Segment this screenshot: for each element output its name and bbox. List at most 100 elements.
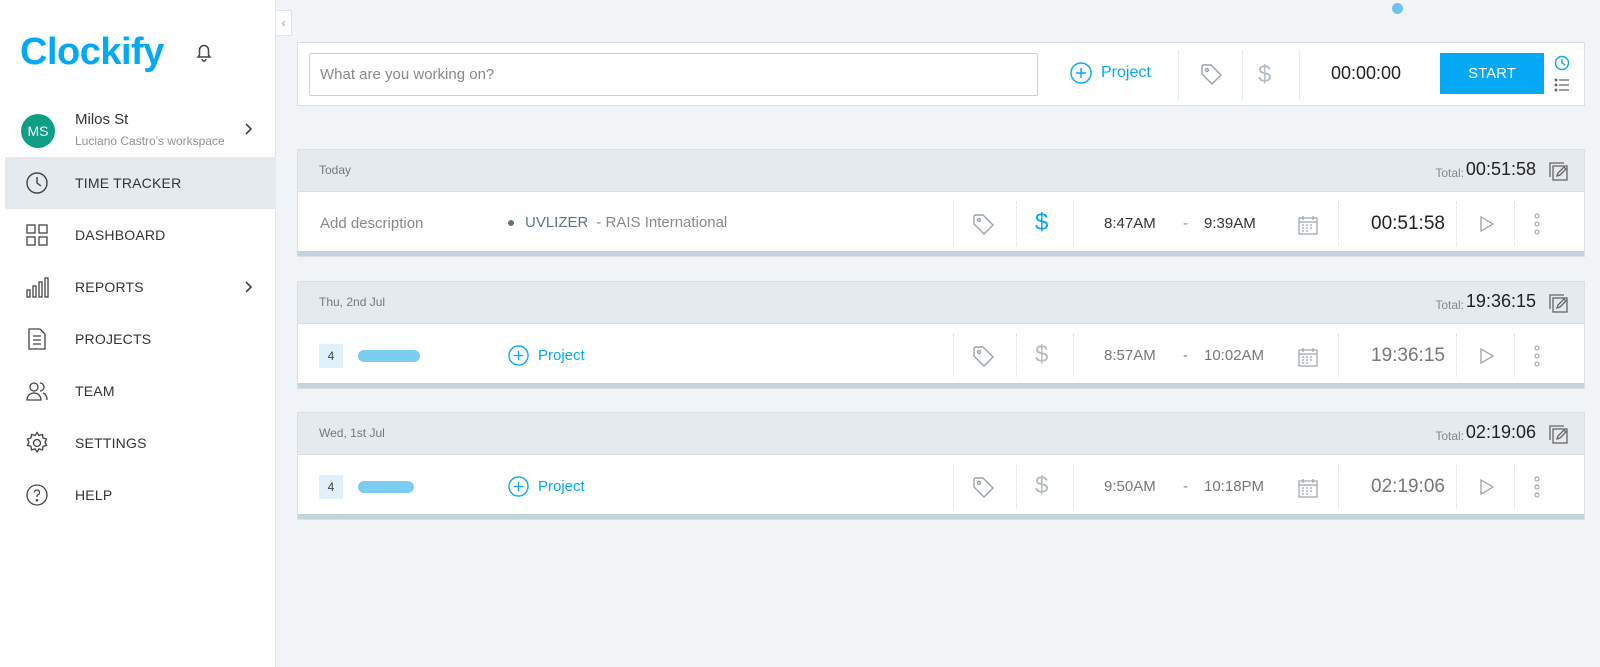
billable-dollar-icon[interactable]: $: [1035, 341, 1048, 369]
bulk-edit-icon[interactable]: [1548, 293, 1570, 315]
entry-duration[interactable]: 00:51:58: [1371, 213, 1445, 235]
reports-icon: [26, 277, 49, 298]
plus-circle-icon: [508, 345, 529, 366]
team-icon: [26, 382, 48, 401]
entry-duration[interactable]: 19:36:15: [1371, 345, 1445, 367]
collapse-sidebar-button[interactable]: ‹: [276, 10, 292, 36]
entry-end-time[interactable]: 10:18PM: [1204, 478, 1264, 495]
bulk-edit-icon[interactable]: [1548, 424, 1570, 446]
sidebar-item-label: SETTINGS: [75, 435, 147, 451]
help-icon: [26, 484, 48, 506]
sidebar-item-settings[interactable]: SETTINGS: [5, 417, 276, 469]
entry-start-time[interactable]: 8:47AM: [1104, 215, 1156, 232]
entry-start-time[interactable]: 8:57AM: [1104, 347, 1156, 364]
divider: [1456, 202, 1457, 246]
more-vertical-icon[interactable]: [1534, 344, 1540, 368]
tag-icon[interactable]: [972, 345, 996, 369]
manual-mode-list-icon[interactable]: [1554, 77, 1570, 93]
divider: [1073, 465, 1074, 509]
sidebar-item-label: DASHBOARD: [75, 227, 166, 243]
total-label: Total:: [1435, 166, 1464, 180]
divider: [1016, 465, 1017, 509]
workspace-name: Luciano Castro's workspace: [75, 134, 225, 148]
bell-icon[interactable]: [192, 40, 216, 64]
divider: [1338, 202, 1339, 246]
divider: [1299, 51, 1300, 99]
billable-dollar-icon[interactable]: $: [1258, 61, 1271, 89]
day-label: Today: [319, 163, 352, 177]
sidebar-item-projects[interactable]: PROJECTS: [5, 313, 276, 365]
project-label: Project: [1101, 64, 1151, 81]
more-vertical-icon[interactable]: [1534, 475, 1540, 499]
sidebar-item-time-tracker[interactable]: TIME TRACKER: [5, 157, 276, 209]
entry-end-time[interactable]: 9:39AM: [1204, 215, 1256, 232]
sidebar-item-label: PROJECTS: [75, 331, 152, 347]
timer-mode-clock-icon[interactable]: [1554, 55, 1570, 71]
add-project-button[interactable]: Project: [508, 345, 585, 366]
play-icon[interactable]: [1476, 477, 1496, 497]
logo-text: Clockify: [20, 30, 164, 73]
billable-dollar-icon[interactable]: $: [1035, 209, 1048, 237]
calendar-icon[interactable]: [1297, 346, 1319, 368]
entry-project[interactable]: UVLIZER - RAIS International: [508, 214, 727, 231]
divider: [1338, 465, 1339, 509]
sidebar-item-label: HELP: [75, 487, 113, 503]
add-project-button[interactable]: Project: [508, 476, 585, 497]
bulk-edit-icon[interactable]: [1548, 161, 1570, 183]
day-label: Wed, 1st Jul: [319, 426, 385, 440]
day-label: Thu, 2nd Jul: [319, 295, 386, 309]
sidebar-item-help[interactable]: HELP: [5, 469, 276, 521]
sidebar-item-team[interactable]: TEAM: [5, 365, 276, 417]
entry-description[interactable]: Add description: [320, 215, 423, 232]
total-label: Total:: [1435, 298, 1464, 312]
time-tracker-bar: Project $ 00:00:00 START: [297, 42, 1585, 106]
divider: [1016, 334, 1017, 378]
divider: [1514, 334, 1515, 378]
more-vertical-icon[interactable]: [1534, 212, 1540, 236]
project-name: UVLIZER: [525, 214, 589, 231]
plus-circle-icon: [1070, 62, 1092, 84]
time-entry-row: 4 Project $ 8:57AM - 10:02AM 19:36:15: [298, 324, 1584, 388]
description-input[interactable]: [309, 53, 1038, 96]
day-total: 19:36:15: [1465, 291, 1536, 311]
tag-icon[interactable]: [972, 476, 996, 500]
sidebar: Clockify MS Milos St Luciano Castro's wo…: [0, 0, 276, 667]
start-button[interactable]: START: [1440, 53, 1544, 94]
projects-icon: [28, 328, 46, 350]
project-label: Project: [538, 347, 585, 364]
entry-start-time[interactable]: 9:50AM: [1104, 478, 1156, 495]
sidebar-nav: TIME TRACKER DASHBOARD REPORTS PROJECTS …: [5, 157, 276, 521]
select-project-button[interactable]: Project: [1070, 62, 1151, 84]
time-separator: -: [1183, 215, 1188, 232]
day-header: Wed, 1st Jul Total: 02:19:06: [298, 413, 1584, 455]
divider: [953, 334, 954, 378]
entry-end-time[interactable]: 10:02AM: [1204, 347, 1264, 364]
entry-count-badge[interactable]: 4: [319, 475, 343, 499]
calendar-icon[interactable]: [1297, 477, 1319, 499]
divider: [953, 465, 954, 509]
project-color-dot: [508, 219, 514, 226]
clockify-logo[interactable]: Clockify: [20, 30, 164, 74]
tag-icon[interactable]: [1200, 63, 1224, 87]
dashboard-icon: [26, 224, 48, 246]
entry-duration[interactable]: 02:19:06: [1371, 476, 1445, 498]
billable-dollar-icon[interactable]: $: [1035, 472, 1048, 500]
user-workspace-switcher[interactable]: MS Milos St Luciano Castro's workspace: [5, 104, 276, 156]
tag-icon[interactable]: [972, 213, 996, 237]
calendar-icon[interactable]: [1297, 214, 1319, 236]
entry-count-badge[interactable]: 4: [319, 344, 343, 368]
sidebar-item-reports[interactable]: REPORTS: [5, 261, 276, 313]
day-total: 00:51:58: [1465, 159, 1536, 179]
divider: [1338, 334, 1339, 378]
sidebar-item-dashboard[interactable]: DASHBOARD: [5, 209, 276, 261]
divider: [953, 202, 954, 246]
project-label: Project: [538, 478, 585, 495]
chevron-right-icon: [245, 281, 253, 293]
plus-circle-icon: [508, 476, 529, 497]
status-dot: [1392, 3, 1403, 14]
play-icon[interactable]: [1476, 214, 1496, 234]
avatar: MS: [21, 114, 55, 148]
total-label: Total:: [1435, 429, 1464, 443]
play-icon[interactable]: [1476, 346, 1496, 366]
day-group: Wed, 1st Jul Total: 02:19:06 4 Project $…: [297, 412, 1585, 520]
